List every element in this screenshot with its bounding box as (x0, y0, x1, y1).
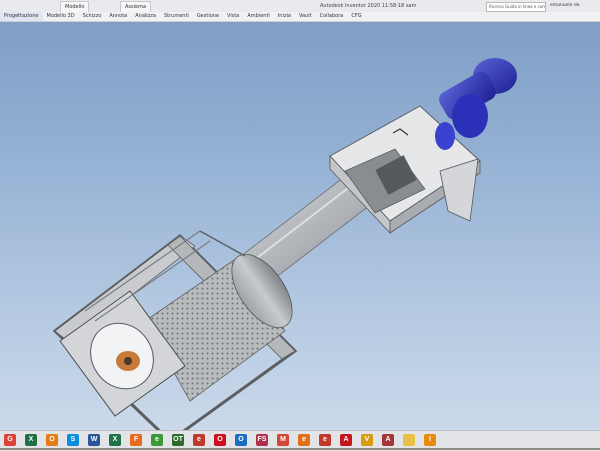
ribbon-tab[interactable]: Collabora (316, 12, 348, 21)
ribbon-tab[interactable]: Vault (295, 12, 316, 21)
chrome-icon[interactable]: G (4, 434, 16, 446)
ribbon-tab[interactable]: Strumenti (160, 12, 193, 21)
user-name[interactable]: emanuele de (550, 0, 579, 12)
ribbon-tab[interactable]: Vista (223, 12, 243, 21)
outlook-icon[interactable]: O (46, 434, 58, 446)
tab-modello[interactable]: Modello (60, 1, 90, 12)
screen: Modello Assiema Autodesk Inventor 2020 1… (0, 0, 600, 430)
outlook-2-icon[interactable]: O (235, 434, 247, 446)
ribbon-tab[interactable]: Progettazione (0, 12, 43, 21)
3d-viewport[interactable] (0, 21, 600, 430)
monitor: Modello Assiema Autodesk Inventor 2020 1… (0, 0, 600, 451)
app-red-icon[interactable]: e (193, 434, 205, 446)
app-green-icon[interactable]: e (151, 434, 163, 446)
tab-label: Modello (65, 4, 85, 10)
folder-icon[interactable] (403, 434, 415, 446)
window-title: Autodesk Inventor 2020 11:58:18 sam (320, 3, 417, 9)
ribbon-tab[interactable]: CFG (347, 12, 365, 21)
gmail-icon[interactable]: M (277, 434, 289, 446)
ribbon-tab[interactable]: Inizia (274, 12, 295, 21)
vault-icon[interactable]: V (361, 434, 373, 446)
ribbon-tab[interactable]: Annota (105, 12, 131, 21)
access-icon[interactable]: A (382, 434, 394, 446)
firefox-icon[interactable]: F (130, 434, 142, 446)
app-orange-icon[interactable]: e (298, 434, 310, 446)
acrobat-icon[interactable]: A (340, 434, 352, 446)
ribbon-tab[interactable]: Gestione (193, 12, 223, 21)
title-bar: Modello Assiema Autodesk Inventor 2020 1… (0, 0, 600, 12)
excel-2-icon[interactable]: X (109, 434, 121, 446)
ribbon-tab[interactable]: Ambienti (243, 12, 273, 21)
inventor-icon[interactable]: I (424, 434, 436, 446)
tab-assiema[interactable]: Assiema (120, 1, 152, 12)
tab-label: Assiema (125, 4, 147, 10)
fs-icon[interactable]: FS (256, 434, 268, 446)
model-canvas (52, 58, 517, 430)
skype-icon[interactable]: S (67, 434, 79, 446)
excel-icon[interactable]: X (25, 434, 37, 446)
word-icon[interactable]: W (88, 434, 100, 446)
help-search-input[interactable]: Ricerca Guida in linea e comandi (486, 2, 546, 12)
ribbon-tab[interactable]: Modello 3D (43, 12, 79, 21)
ribbon-tab[interactable]: Analizza (131, 12, 160, 21)
ot-icon[interactable]: OT (172, 434, 184, 446)
ribbon-tab[interactable]: Schizzo (79, 12, 106, 21)
app-red-2-icon[interactable]: e (319, 434, 331, 446)
drive-motor (435, 58, 517, 150)
opera-icon[interactable]: O (214, 434, 226, 446)
